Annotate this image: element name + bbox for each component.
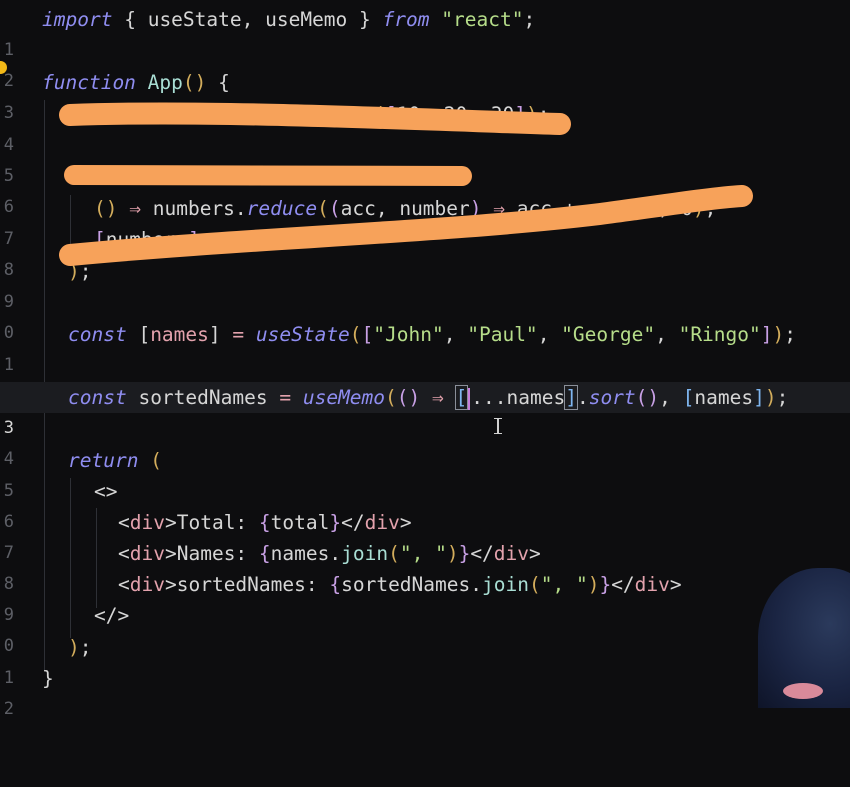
line-number: 2	[3, 699, 14, 719]
code-line-21[interactable]: 1 );	[0, 632, 850, 688]
text-cursor-icon	[494, 418, 502, 434]
code-editor[interactable]: 1 import { useState, useMemo } from "rea…	[0, 0, 850, 719]
code-text: }	[42, 667, 54, 690]
code-line-9[interactable]: 9 );	[0, 256, 850, 312]
code-text: <div>sortedNames: {sortedNames.join(", "…	[118, 573, 682, 596]
code-line-6[interactable]: 6	[0, 161, 850, 217]
code-line-19[interactable]: 9 <div>sortedNames: {sortedNames.join(",…	[0, 569, 850, 625]
code-text: );	[68, 636, 92, 659]
code-text: import { useState, useMemo } from "react…	[42, 8, 536, 31]
code-line-1[interactable]: 1 import { useState, useMemo } from "rea…	[0, 4, 850, 60]
code-line-15[interactable]: 5 return (	[0, 445, 850, 501]
code-text: <div>Total: {total}</div>	[118, 511, 412, 534]
code-line-14[interactable]: 4	[0, 413, 850, 469]
code-line-5[interactable]: 5	[0, 130, 850, 186]
code-line-13-active[interactable]: 3 const sortedNames = useMemo(() ⇒ [...n…	[0, 382, 850, 438]
code-line-11[interactable]: 1 const [names] = useState(["John", "Pau…	[0, 319, 850, 375]
code-line-4[interactable]: 4 const [numbers] = useState([10, 20, 30…	[0, 99, 850, 155]
code-line-10[interactable]: 0	[0, 287, 850, 343]
code-text: );	[68, 260, 92, 283]
code-line-18[interactable]: 8 <div>Names: {names.join(", ")}</div>	[0, 538, 850, 594]
code-line-22[interactable]: 2 }	[0, 663, 850, 719]
code-text: [numbers]	[94, 228, 200, 251]
code-text: const [numbers] = useState([10, 20, 30])…	[68, 103, 550, 126]
text-caret	[468, 387, 471, 410]
code-line-16[interactable]: 6 <>	[0, 476, 850, 532]
code-line-7[interactable]: 7 () ⇒ numbers.reduce((acc, number) ⇒ ac…	[0, 193, 850, 249]
code-text: function App() {	[42, 71, 230, 94]
code-line-2[interactable]: 2	[0, 35, 850, 91]
code-text: () ⇒ numbers.reduce((acc, number) ⇒ acc …	[94, 197, 717, 220]
code-text: return (	[68, 449, 162, 472]
code-text: const [names] = useState(["John", "Paul"…	[68, 323, 797, 346]
code-line-3[interactable]: 3 function App() {	[0, 67, 850, 123]
code-line-12[interactable]: 2	[0, 350, 850, 406]
webcam-light	[783, 683, 823, 699]
code-line-20[interactable]: 0 </>	[0, 600, 850, 656]
code-text: const sortedNames = useMemo(() ⇒ [...nam…	[68, 385, 789, 410]
code-line-17[interactable]: 7 <div>Total: {total}</div>	[0, 507, 850, 563]
code-text: <div>Names: {names.join(", ")}</div>	[118, 542, 541, 565]
code-text: <>	[94, 480, 118, 503]
code-text: </>	[94, 604, 130, 627]
code-line-8[interactable]: 8 [numbers]	[0, 224, 850, 280]
